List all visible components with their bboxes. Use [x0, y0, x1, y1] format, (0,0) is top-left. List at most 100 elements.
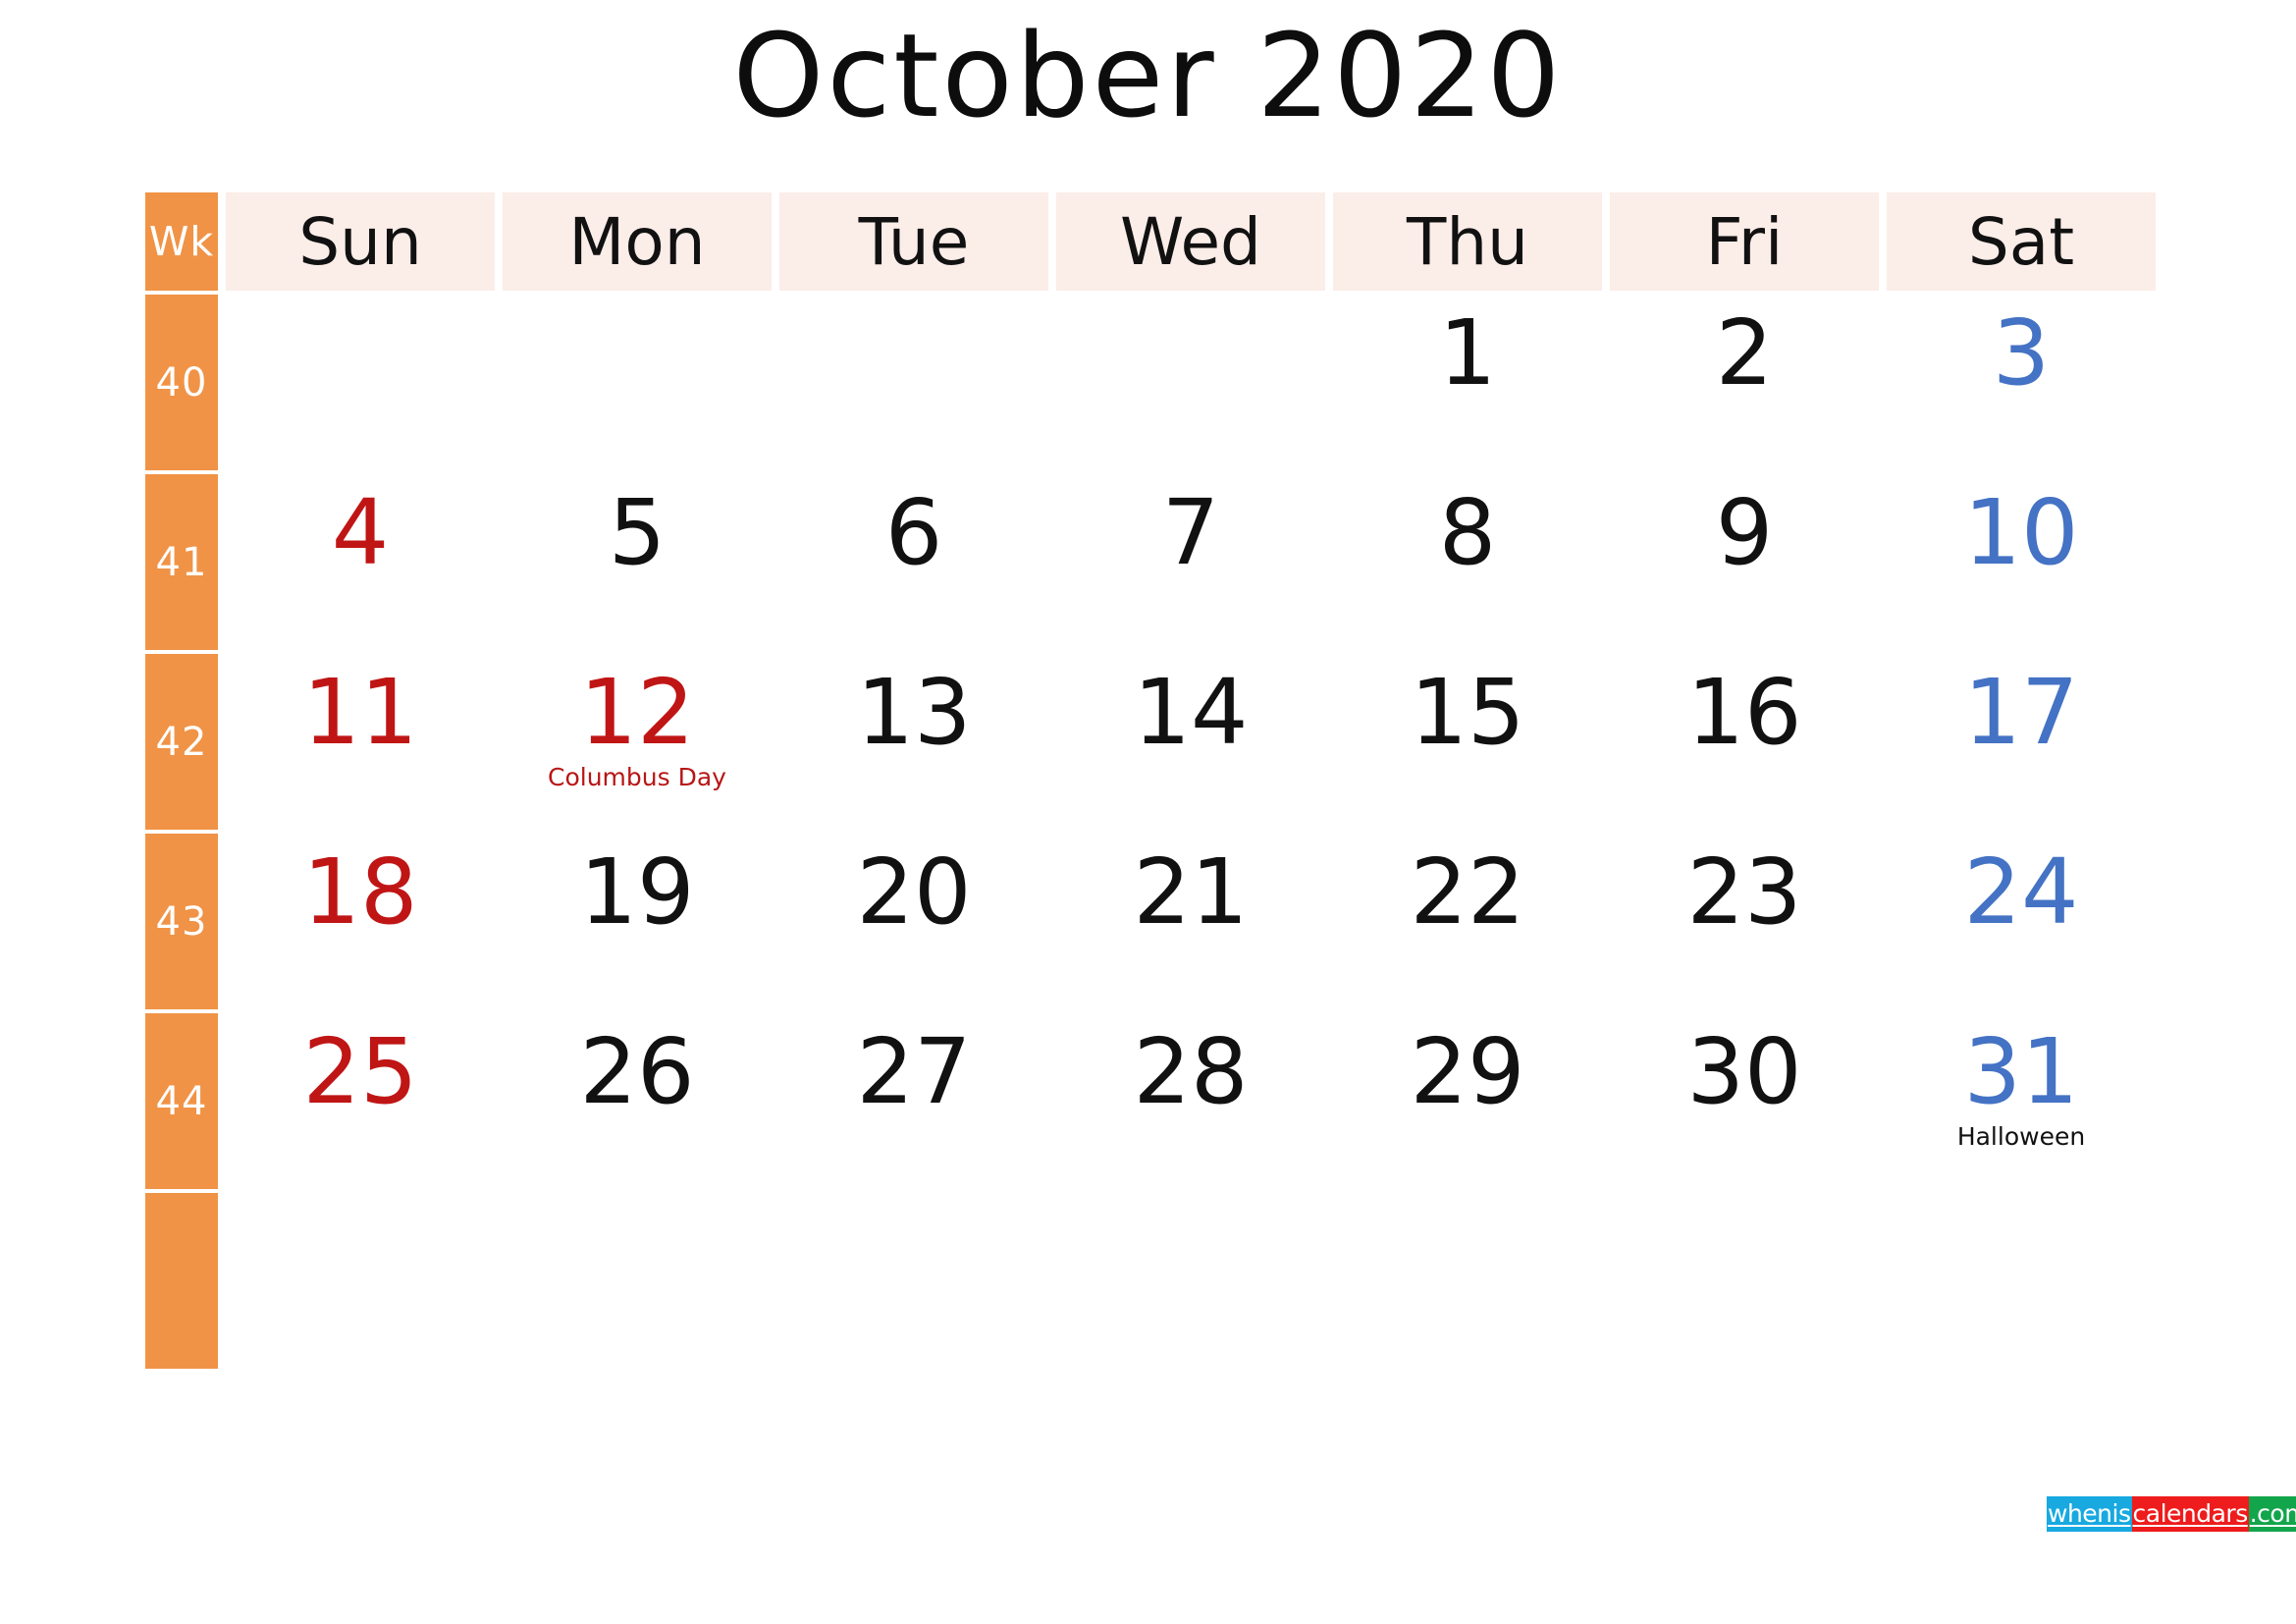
week-column-gap [218, 654, 226, 834]
day-cell-tue[interactable] [779, 1193, 1048, 1373]
week-column-gap [218, 1013, 226, 1193]
day-cell-thu[interactable]: 8 [1333, 474, 1602, 654]
calendar-week-row: 41 4 5 6 7 8 9 10 [145, 474, 2156, 654]
day-cell-wed[interactable]: 14 [1056, 654, 1325, 834]
day-cell-mon[interactable] [503, 295, 772, 474]
day-cell-wed[interactable] [1056, 1193, 1325, 1373]
day-number: 20 [856, 839, 972, 945]
calendar-week-row [145, 1193, 2156, 1373]
day-cell-wed[interactable] [1056, 295, 1325, 474]
calendar-week-row: 44 25 26 27 28 29 30 31 Halloween [145, 1013, 2156, 1193]
week-number-cell: 43 [145, 834, 218, 1009]
day-cell-sat[interactable]: 31 Halloween [1887, 1013, 2156, 1193]
watermark-segment-calendars: calendars [2131, 1496, 2249, 1532]
header-gap [218, 192, 226, 291]
day-cell-mon[interactable]: 19 [503, 834, 772, 1013]
day-number: 10 [1963, 480, 2079, 585]
day-cell-sun[interactable]: 4 [226, 474, 495, 654]
header-day-sun: Sun [226, 192, 495, 291]
day-cell-mon[interactable] [503, 1193, 772, 1373]
day-cell-tue[interactable]: 27 [779, 1013, 1048, 1193]
watermark-segment-com: .com [2248, 1496, 2296, 1532]
day-cell-fri[interactable] [1610, 1193, 1879, 1373]
holiday-label: Columbus Day [548, 763, 726, 791]
day-number: 17 [1963, 660, 2079, 765]
day-number: 11 [302, 660, 418, 765]
page-title: October 2020 [732, 8, 1564, 143]
calendar-header-row: Wk Sun Mon Tue Wed Thu Fri Sat [145, 192, 2156, 291]
week-number-cell [145, 1193, 218, 1369]
day-cell-thu[interactable]: 15 [1333, 654, 1602, 834]
day-cell-sat[interactable]: 17 [1887, 654, 2156, 834]
day-cell-wed[interactable]: 7 [1056, 474, 1325, 654]
calendar-week-row: 40 1 2 3 [145, 295, 2156, 474]
day-number: 9 [1715, 480, 1774, 585]
day-cell-sun[interactable]: 11 [226, 654, 495, 834]
day-cell-sun[interactable]: 18 [226, 834, 495, 1013]
day-cell-mon[interactable]: 26 [503, 1013, 772, 1193]
day-cell-tue[interactable]: 13 [779, 654, 1048, 834]
day-cell-fri[interactable]: 30 [1610, 1013, 1879, 1193]
week-column-gap [218, 295, 226, 474]
watermark-segment-whenis: whenis [2047, 1496, 2132, 1532]
day-cell-thu[interactable] [1333, 1193, 1602, 1373]
day-number: 22 [1410, 839, 1525, 945]
day-cell-wed[interactable]: 28 [1056, 1013, 1325, 1193]
day-number: 6 [884, 480, 943, 585]
calendar-week-row: 43 18 19 20 21 22 23 24 [145, 834, 2156, 1013]
day-cell-mon[interactable]: 12 Columbus Day [503, 654, 772, 834]
header-day-fri: Fri [1610, 192, 1879, 291]
day-cell-tue[interactable]: 20 [779, 834, 1048, 1013]
holiday-label: Halloween [1956, 1122, 2086, 1151]
calendar-week-row: 42 11 12 Columbus Day 13 14 15 16 17 [145, 654, 2156, 834]
day-number: 7 [1161, 480, 1220, 585]
day-number: 5 [608, 480, 667, 585]
day-cell-sat[interactable]: 10 [1887, 474, 2156, 654]
day-number: 8 [1438, 480, 1497, 585]
header-week-label: Wk [145, 192, 218, 291]
day-cell-tue[interactable] [779, 295, 1048, 474]
day-cell-thu[interactable]: 22 [1333, 834, 1602, 1013]
day-number: 26 [579, 1019, 695, 1124]
day-number: 2 [1715, 300, 1774, 406]
week-number-cell: 44 [145, 1013, 218, 1189]
day-cell-tue[interactable]: 6 [779, 474, 1048, 654]
day-cell-sun[interactable] [226, 1193, 495, 1373]
day-cell-sat[interactable] [1887, 1193, 2156, 1373]
week-column-gap [218, 1193, 226, 1373]
week-number-cell: 40 [145, 295, 218, 470]
day-number: 16 [1686, 660, 1802, 765]
day-number: 13 [856, 660, 972, 765]
day-cell-sat[interactable]: 24 [1887, 834, 2156, 1013]
header-day-thu: Thu [1333, 192, 1602, 291]
day-cell-fri[interactable]: 9 [1610, 474, 1879, 654]
day-cell-thu[interactable]: 1 [1333, 295, 1602, 474]
week-number-cell: 42 [145, 654, 218, 830]
day-cell-thu[interactable]: 29 [1333, 1013, 1602, 1193]
day-cell-wed[interactable]: 21 [1056, 834, 1325, 1013]
header-day-tue: Tue [779, 192, 1048, 291]
day-number: 1 [1438, 300, 1497, 406]
day-cell-sun[interactable] [226, 295, 495, 474]
day-cell-mon[interactable]: 5 [503, 474, 772, 654]
day-number: 28 [1133, 1019, 1249, 1124]
watermark-logo[interactable]: whenis calendars .com [2047, 1496, 2296, 1532]
day-number: 15 [1410, 660, 1525, 765]
day-number: 4 [331, 480, 390, 585]
day-cell-fri[interactable]: 23 [1610, 834, 1879, 1013]
day-number: 18 [302, 839, 418, 945]
calendar-page: October 2020 Wk Sun Mon Tue Wed Thu Fri … [0, 0, 2296, 1624]
day-cell-sun[interactable]: 25 [226, 1013, 495, 1193]
calendar-weeks: 40 1 2 3 41 4 5 6 7 8 9 10 42 11 12 Columbus Day 13 14 15 1… [145, 295, 2156, 1373]
day-number: 25 [302, 1019, 418, 1124]
day-cell-fri[interactable]: 16 [1610, 654, 1879, 834]
week-number-cell: 41 [145, 474, 218, 650]
day-cell-sat[interactable]: 3 [1887, 295, 2156, 474]
day-number: 27 [856, 1019, 972, 1124]
day-cell-fri[interactable]: 2 [1610, 295, 1879, 474]
day-number: 21 [1133, 839, 1249, 945]
day-number: 12 [579, 660, 695, 765]
day-number: 3 [1992, 300, 2051, 406]
day-number: 24 [1963, 839, 2079, 945]
header-day-sat: Sat [1887, 192, 2156, 291]
